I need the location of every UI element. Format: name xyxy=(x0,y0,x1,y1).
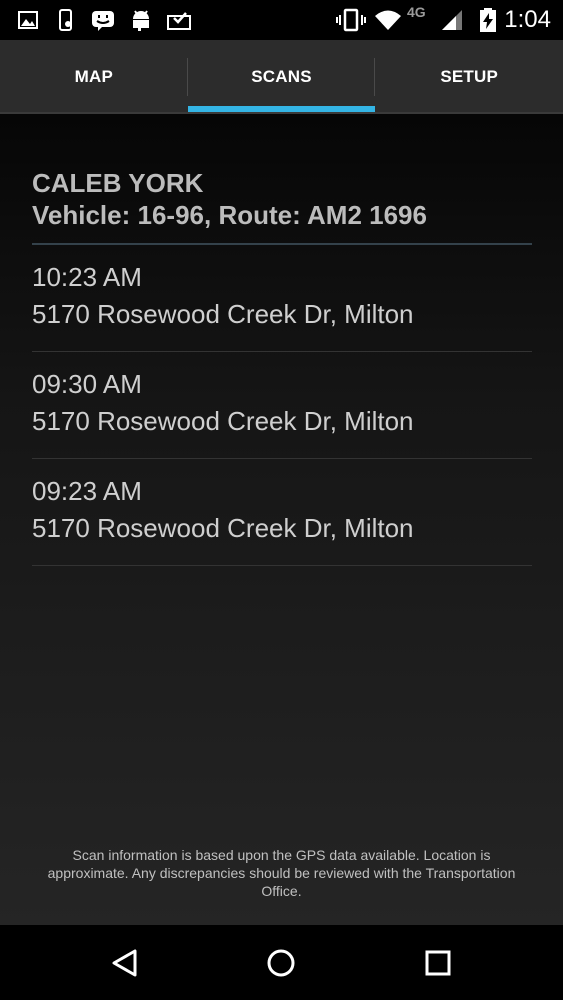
image-icon xyxy=(18,11,38,29)
status-time: 1:04 xyxy=(504,6,551,33)
scan-address: 5170 Rosewood Creek Dr, Milton xyxy=(32,513,414,543)
wifi-icon xyxy=(375,10,401,30)
scan-address: 5170 Rosewood Creek Dr, Milton xyxy=(32,406,414,436)
tab-bar: MAP SCANS SETUP xyxy=(0,40,563,114)
tab-map-label: MAP xyxy=(74,67,114,86)
tab-setup-label: SETUP xyxy=(440,67,499,86)
tab-scans[interactable]: SCANS xyxy=(187,40,376,114)
driver-name: CALEB YORK xyxy=(32,168,204,198)
status-bar: 4G 1:04 xyxy=(0,0,563,40)
home-icon[interactable] xyxy=(265,947,297,979)
scan-header: CALEB YORK Vehicle: 16-96, Route: AM2 16… xyxy=(32,168,532,232)
network-type-label: 4G xyxy=(407,4,426,20)
back-icon[interactable] xyxy=(109,947,141,979)
scan-time: 10:23 AM xyxy=(32,262,142,292)
scan-list-item[interactable]: 09:30 AM 5170 Rosewood Creek Dr, Milton xyxy=(32,352,532,459)
android-icon xyxy=(133,10,149,31)
scan-address: 5170 Rosewood Creek Dr, Milton xyxy=(32,299,414,329)
recents-icon[interactable] xyxy=(422,947,454,979)
scans-panel: CALEB YORK Vehicle: 16-96, Route: AM2 16… xyxy=(0,114,563,925)
battery-charging-icon xyxy=(480,8,496,32)
vehicle-route-info: Vehicle: 16-96, Route: AM2 1696 xyxy=(32,200,427,230)
tab-setup[interactable]: SETUP xyxy=(375,40,563,114)
vibrate-icon xyxy=(336,8,366,32)
scan-list-item[interactable]: 10:23 AM 5170 Rosewood Creek Dr, Milton xyxy=(32,245,532,352)
scan-list: 10:23 AM 5170 Rosewood Creek Dr, Milton … xyxy=(32,245,532,566)
scan-time: 09:30 AM xyxy=(32,369,142,399)
gps-disclaimer: Scan information is based upon the GPS d… xyxy=(47,847,516,899)
messenger-icon xyxy=(92,11,114,31)
phone-icon xyxy=(59,9,72,31)
scan-time: 09:23 AM xyxy=(32,476,142,506)
tab-map[interactable]: MAP xyxy=(0,40,188,114)
navigation-bar xyxy=(0,925,563,1000)
scan-list-item[interactable]: 09:23 AM 5170 Rosewood Creek Dr, Milton xyxy=(32,459,532,566)
tab-scans-label: SCANS xyxy=(251,67,312,86)
inbox-check-icon xyxy=(167,12,191,30)
signal-icon xyxy=(442,10,462,30)
